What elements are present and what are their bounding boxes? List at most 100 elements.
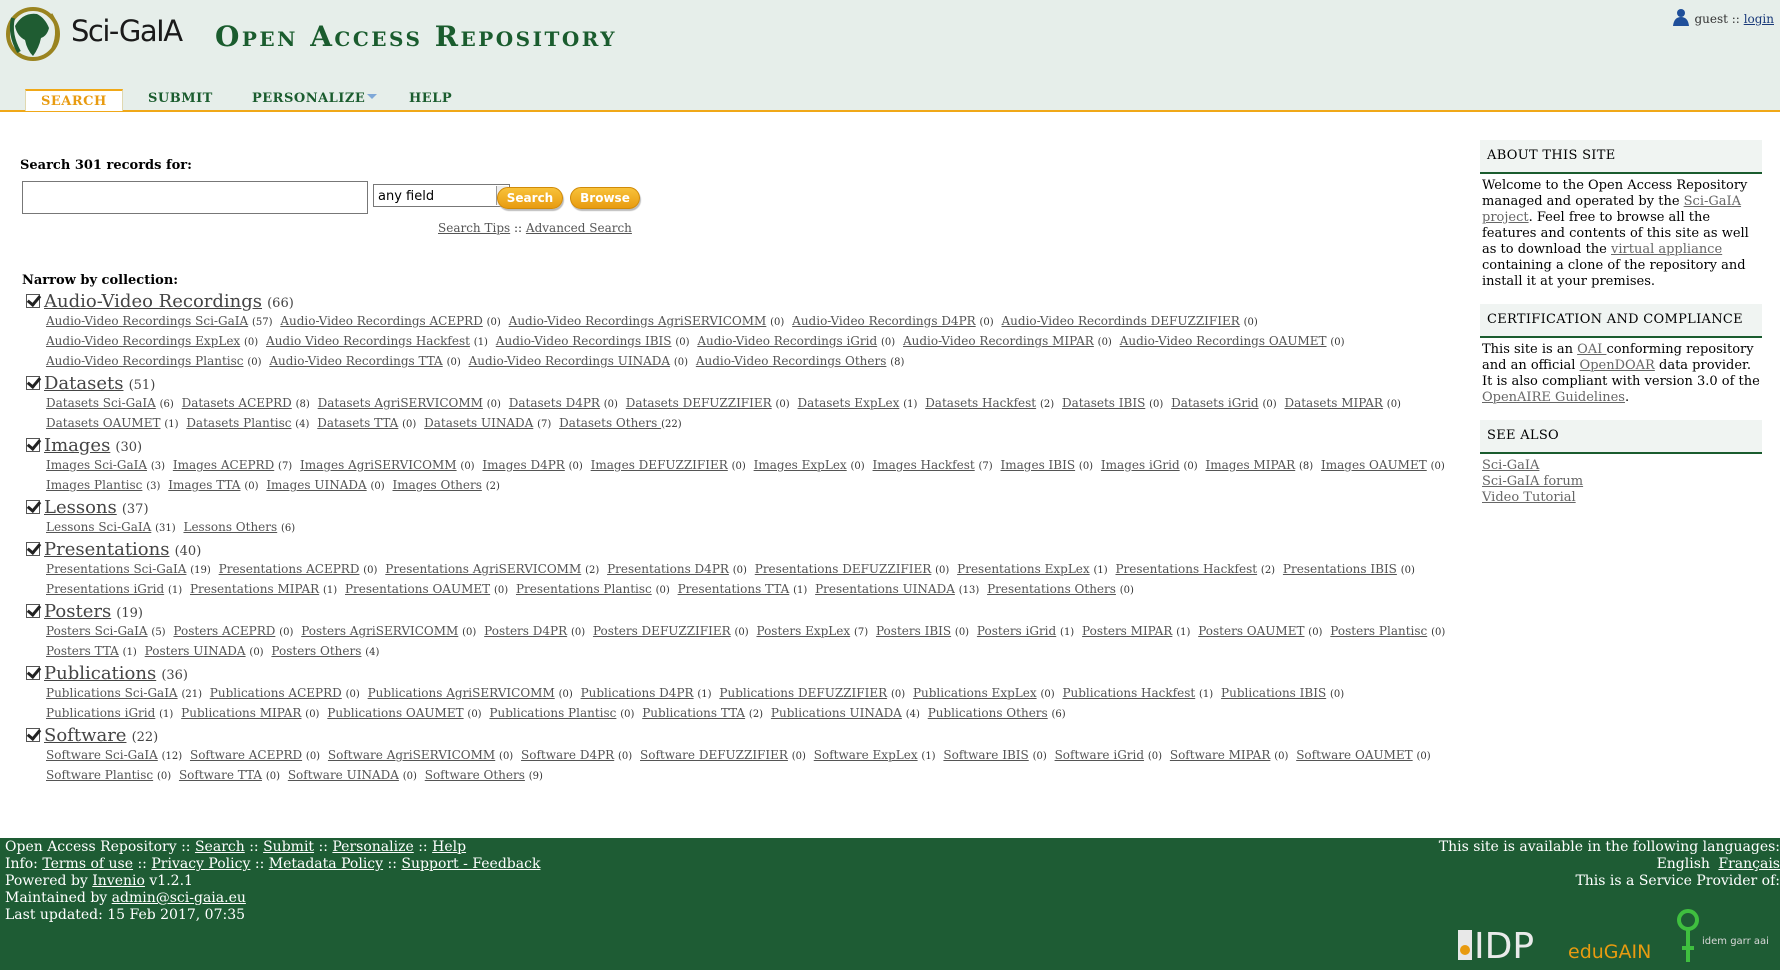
subcollection-link[interactable]: Presentations UINADA [815,582,955,596]
opendoar-link[interactable]: OpenDOAR [1580,358,1655,373]
subcollection-link[interactable]: Presentations Others [987,582,1116,596]
collection-checkbox[interactable] [26,728,40,742]
footer-submit-link[interactable]: Submit [263,839,314,855]
virtual-appliance-link[interactable]: virtual appliance [1611,242,1722,257]
support-feedback-link[interactable]: Support - Feedback [401,856,540,872]
subcollection-link[interactable]: Images UINADA [266,478,366,492]
subcollection-link[interactable]: Publications AgriSERVICOMM [368,686,555,700]
tab-search[interactable]: SEARCH [25,89,123,111]
privacy-policy-link[interactable]: Privacy Policy [151,856,250,872]
site-logo[interactable]: Sci-GaIA [5,4,205,68]
edugain-logo[interactable]: eduGAIN [1568,941,1651,963]
subcollection-link[interactable]: Software ExpLex [814,748,918,762]
collection-link[interactable]: Software [44,725,126,746]
subcollection-link[interactable]: Software ACEPRD [190,748,302,762]
footer-search-link[interactable]: Search [195,839,245,855]
subcollection-link[interactable]: Software MIPAR [1170,748,1271,762]
browse-button[interactable]: Browse [570,187,640,209]
collection-checkbox[interactable] [26,500,40,514]
tab-submit[interactable]: SUBMIT [148,91,213,112]
subcollection-link[interactable]: Software AgriSERVICOMM [328,748,495,762]
subcollection-link[interactable]: Software IBIS [943,748,1028,762]
subcollection-link[interactable]: Lessons Others [183,520,277,534]
collection-link[interactable]: Publications [44,663,156,684]
see-also-sci-gaia-link[interactable]: Sci-GaIA [1482,458,1539,473]
subcollection-link[interactable]: Posters AgriSERVICOMM [301,624,458,638]
subcollection-link[interactable]: Datasets D4PR [509,396,600,410]
subcollection-link[interactable]: Datasets TTA [317,416,398,430]
subcollection-link[interactable]: Software Plantisc [46,768,153,782]
subcollection-link[interactable]: Publications iGrid [46,706,155,720]
idem-logo[interactable]: idem garr aai [1677,909,1769,962]
subcollection-link[interactable]: Datasets DEFUZZIFIER [626,396,772,410]
subcollection-link[interactable]: Audio Video Recordings Hackfest [266,334,470,348]
subcollection-link[interactable]: Datasets ExpLex [798,396,900,410]
subcollection-link[interactable]: Presentations MIPAR [190,582,319,596]
subcollection-link[interactable]: Software Sci-GaIA [46,748,158,762]
subcollection-link[interactable]: Publications Plantisc [489,706,616,720]
subcollection-link[interactable]: Images OAUMET [1321,458,1427,472]
subcollection-link[interactable]: Audio-Video Recordings Plantisc [46,354,244,368]
subcollection-link[interactable]: Publications TTA [642,706,745,720]
subcollection-link[interactable]: Images Sci-GaIA [46,458,147,472]
subcollection-link[interactable]: Publications ACEPRD [210,686,342,700]
invenio-link[interactable]: Invenio [92,873,145,889]
subcollection-link[interactable]: Audio-Video Recordings IBIS [496,334,672,348]
metadata-policy-link[interactable]: Metadata Policy [269,856,383,872]
subcollection-link[interactable]: Images ACEPRD [173,458,274,472]
collection-link[interactable]: Datasets [44,373,124,394]
subcollection-link[interactable]: Posters ExpLex [756,624,850,638]
subcollection-link[interactable]: Posters TTA [46,644,119,658]
subcollection-link[interactable]: Images Plantisc [46,478,142,492]
subcollection-link[interactable]: Presentations Hackfest [1115,562,1257,576]
subcollection-link[interactable]: Datasets Others [559,416,661,430]
subcollection-link[interactable]: Audio-Video Recordings AgriSERVICOMM [509,314,767,328]
search-tips-link[interactable]: Search Tips [438,221,510,235]
subcollection-link[interactable]: Audio-Video Recordings Sci-GaIA [46,314,248,328]
collection-link[interactable]: Lessons [44,497,117,518]
subcollection-link[interactable]: Presentations ExpLex [957,562,1090,576]
subcollection-link[interactable]: Images D4PR [482,458,564,472]
subcollection-link[interactable]: Software DEFUZZIFIER [640,748,788,762]
subcollection-link[interactable]: Software TTA [179,768,262,782]
subcollection-link[interactable]: Datasets MIPAR [1284,396,1383,410]
subcollection-link[interactable]: Posters Others [271,644,361,658]
subcollection-link[interactable]: Audio-Video Recordings D4PR [792,314,976,328]
subcollection-link[interactable]: Software Others [425,768,525,782]
collection-link[interactable]: Images [44,435,110,456]
subcollection-link[interactable]: Datasets Hackfest [925,396,1036,410]
subcollection-link[interactable]: Publications IBIS [1221,686,1326,700]
subcollection-link[interactable]: Datasets OAUMET [46,416,160,430]
subcollection-link[interactable]: Publications D4PR [581,686,694,700]
search-input[interactable] [22,181,368,214]
subcollection-link[interactable]: Posters Sci-GaIA [46,624,148,638]
subcollection-link[interactable]: Datasets UINADA [424,416,533,430]
tab-personalize[interactable]: PERSONALIZE [252,91,378,112]
subcollection-link[interactable]: Publications Others [928,706,1048,720]
footer-help-link[interactable]: Help [432,839,466,855]
subcollection-link[interactable]: Software OAUMET [1296,748,1412,762]
subcollection-link[interactable]: Images Others [392,478,481,492]
collection-checkbox[interactable] [26,542,40,556]
subcollection-link[interactable]: Presentations Sci-GaIA [46,562,186,576]
subcollection-link[interactable]: Posters ACEPRD [173,624,275,638]
subcollection-link[interactable]: Datasets Sci-GaIA [46,396,156,410]
subcollection-link[interactable]: Audio-Video Recordings iGrid [697,334,877,348]
collection-link[interactable]: Presentations [44,539,169,560]
subcollection-link[interactable]: Software iGrid [1055,748,1144,762]
subcollection-link[interactable]: Publications ExpLex [913,686,1037,700]
collection-checkbox[interactable] [26,294,40,308]
collection-checkbox[interactable] [26,666,40,680]
openaire-guidelines-link[interactable]: OpenAIRE Guidelines [1482,390,1625,405]
collection-link[interactable]: Audio-Video Recordings [44,291,262,312]
subcollection-link[interactable]: Posters iGrid [977,624,1056,638]
subcollection-link[interactable]: Presentations TTA [678,582,790,596]
subcollection-link[interactable]: Presentations Plantisc [516,582,652,596]
subcollection-link[interactable]: Publications DEFUZZIFIER [719,686,887,700]
subcollection-link[interactable]: Publications OAUMET [327,706,463,720]
subcollection-link[interactable]: Publications Sci-GaIA [46,686,178,700]
search-button[interactable]: Search [497,187,563,209]
login-link[interactable]: login [1744,12,1774,26]
tab-help[interactable]: HELP [409,91,452,112]
collection-checkbox[interactable] [26,438,40,452]
